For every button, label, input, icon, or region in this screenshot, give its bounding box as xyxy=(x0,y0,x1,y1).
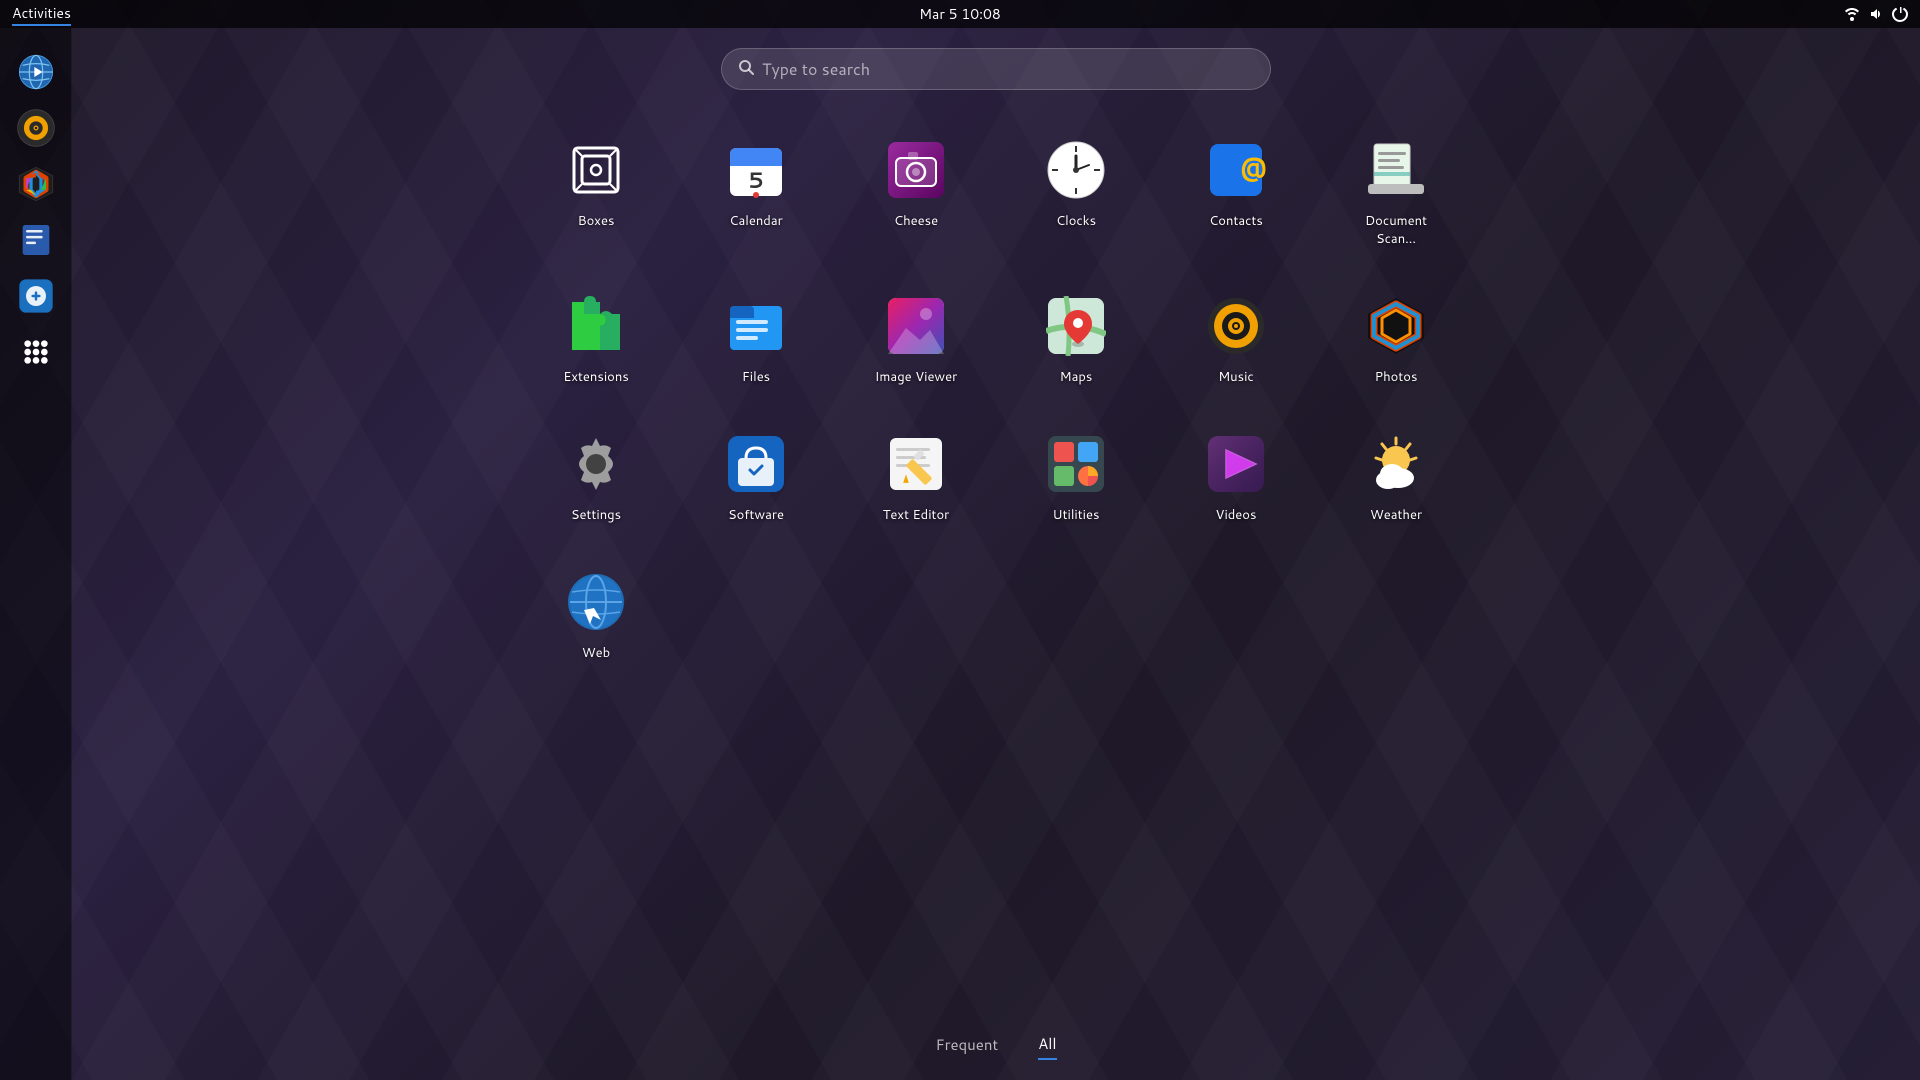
power-icon[interactable] xyxy=(1892,6,1908,22)
clocks-label: Clocks xyxy=(1056,212,1096,230)
app-grid: Boxes 5 Calendar xyxy=(536,130,1456,670)
sidebar-item-software-dock[interactable] xyxy=(12,272,60,320)
search-placeholder: Type to search xyxy=(762,58,870,81)
document-scanner-label: Document Scan... xyxy=(1344,212,1448,248)
files-icon xyxy=(724,294,788,358)
app-item-clocks[interactable]: Clocks xyxy=(1016,130,1136,256)
sidebar-item-web-browser[interactable] xyxy=(12,48,60,96)
photos-label: Photos xyxy=(1375,368,1418,386)
boxes-label: Boxes xyxy=(578,212,615,230)
utilities-icon xyxy=(1044,432,1108,496)
topbar: Activities Mar 5 10:08 xyxy=(0,0,1920,28)
contacts-label: Contacts xyxy=(1209,212,1263,230)
sidebar-item-rhythmbox[interactable] xyxy=(12,104,60,152)
music-icon xyxy=(1204,294,1268,358)
app-item-extensions[interactable]: Extensions xyxy=(536,286,656,394)
cheese-icon xyxy=(884,138,948,202)
activities-button[interactable]: Activities xyxy=(12,3,71,26)
all-tab[interactable]: All xyxy=(1038,1033,1056,1060)
web-label: Web xyxy=(582,644,610,662)
datetime-display: Mar 5 10:08 xyxy=(919,4,1001,24)
frequent-tab[interactable]: Frequent xyxy=(935,1034,998,1059)
photos-app-icon xyxy=(1364,294,1428,358)
app-item-files[interactable]: Files xyxy=(696,286,816,394)
utilities-label: Utilities xyxy=(1053,506,1100,524)
search-icon xyxy=(738,58,754,81)
sidebar xyxy=(0,28,72,1080)
app-item-maps[interactable]: Maps xyxy=(1016,286,1136,394)
view-tabs: Frequent All xyxy=(935,1033,1056,1060)
sidebar-item-notes[interactable] xyxy=(12,216,60,264)
videos-icon xyxy=(1204,432,1268,496)
network-icon xyxy=(1844,6,1860,22)
settings-label: Settings xyxy=(571,506,621,524)
app-item-boxes[interactable]: Boxes xyxy=(536,130,656,256)
app-area: Type to search Bo xyxy=(72,28,1920,1080)
software-label: Software xyxy=(728,506,784,524)
app-item-document-scanner[interactable]: Document Scan... xyxy=(1336,130,1456,256)
sidebar-item-app-grid[interactable] xyxy=(12,328,60,376)
app-item-cheese[interactable]: Cheese xyxy=(856,130,976,256)
music-label: Music xyxy=(1218,368,1254,386)
app-item-utilities[interactable]: Utilities xyxy=(1016,424,1136,532)
calendar-label: Calendar xyxy=(729,212,782,230)
calendar-icon: 5 xyxy=(724,138,788,202)
app-item-calendar[interactable]: 5 Calendar xyxy=(696,130,816,256)
text-editor-icon xyxy=(884,432,948,496)
cheese-label: Cheese xyxy=(894,212,938,230)
app-item-contacts[interactable]: @ Contacts xyxy=(1176,130,1296,256)
software-app-icon xyxy=(724,432,788,496)
app-item-weather[interactable]: Weather xyxy=(1336,424,1456,532)
system-tray xyxy=(1844,6,1908,22)
extensions-icon xyxy=(564,294,628,358)
svg-text:@: @ xyxy=(1240,149,1266,185)
svg-text:5: 5 xyxy=(748,165,764,196)
image-viewer-label: Image Viewer xyxy=(875,368,957,386)
app-item-software[interactable]: Software xyxy=(696,424,816,532)
app-item-web[interactable]: Web xyxy=(536,562,656,670)
app-item-text-editor[interactable]: Text Editor xyxy=(856,424,976,532)
app-item-music[interactable]: Music xyxy=(1176,286,1296,394)
sidebar-item-photos-dock[interactable] xyxy=(12,160,60,208)
clocks-icon xyxy=(1044,138,1108,202)
main-area: Type to search Bo xyxy=(0,28,1920,1080)
videos-label: Videos xyxy=(1216,506,1257,524)
app-item-image-viewer[interactable]: Image Viewer xyxy=(856,286,976,394)
text-editor-label: Text Editor xyxy=(883,506,950,524)
web-icon xyxy=(564,570,628,634)
settings-icon xyxy=(564,432,628,496)
weather-icon xyxy=(1364,432,1428,496)
maps-label: Maps xyxy=(1060,368,1093,386)
document-scanner-icon xyxy=(1364,138,1428,202)
boxes-icon xyxy=(564,138,628,202)
app-item-settings[interactable]: Settings xyxy=(536,424,656,532)
extensions-label: Extensions xyxy=(563,368,629,386)
app-item-videos[interactable]: Videos xyxy=(1176,424,1296,532)
maps-icon xyxy=(1044,294,1108,358)
volume-icon xyxy=(1868,6,1884,22)
search-bar[interactable]: Type to search xyxy=(721,48,1271,90)
weather-label: Weather xyxy=(1370,506,1422,524)
contacts-icon: @ xyxy=(1204,138,1268,202)
image-viewer-icon xyxy=(884,294,948,358)
app-item-photos[interactable]: Photos xyxy=(1336,286,1456,394)
files-label: Files xyxy=(742,368,770,386)
